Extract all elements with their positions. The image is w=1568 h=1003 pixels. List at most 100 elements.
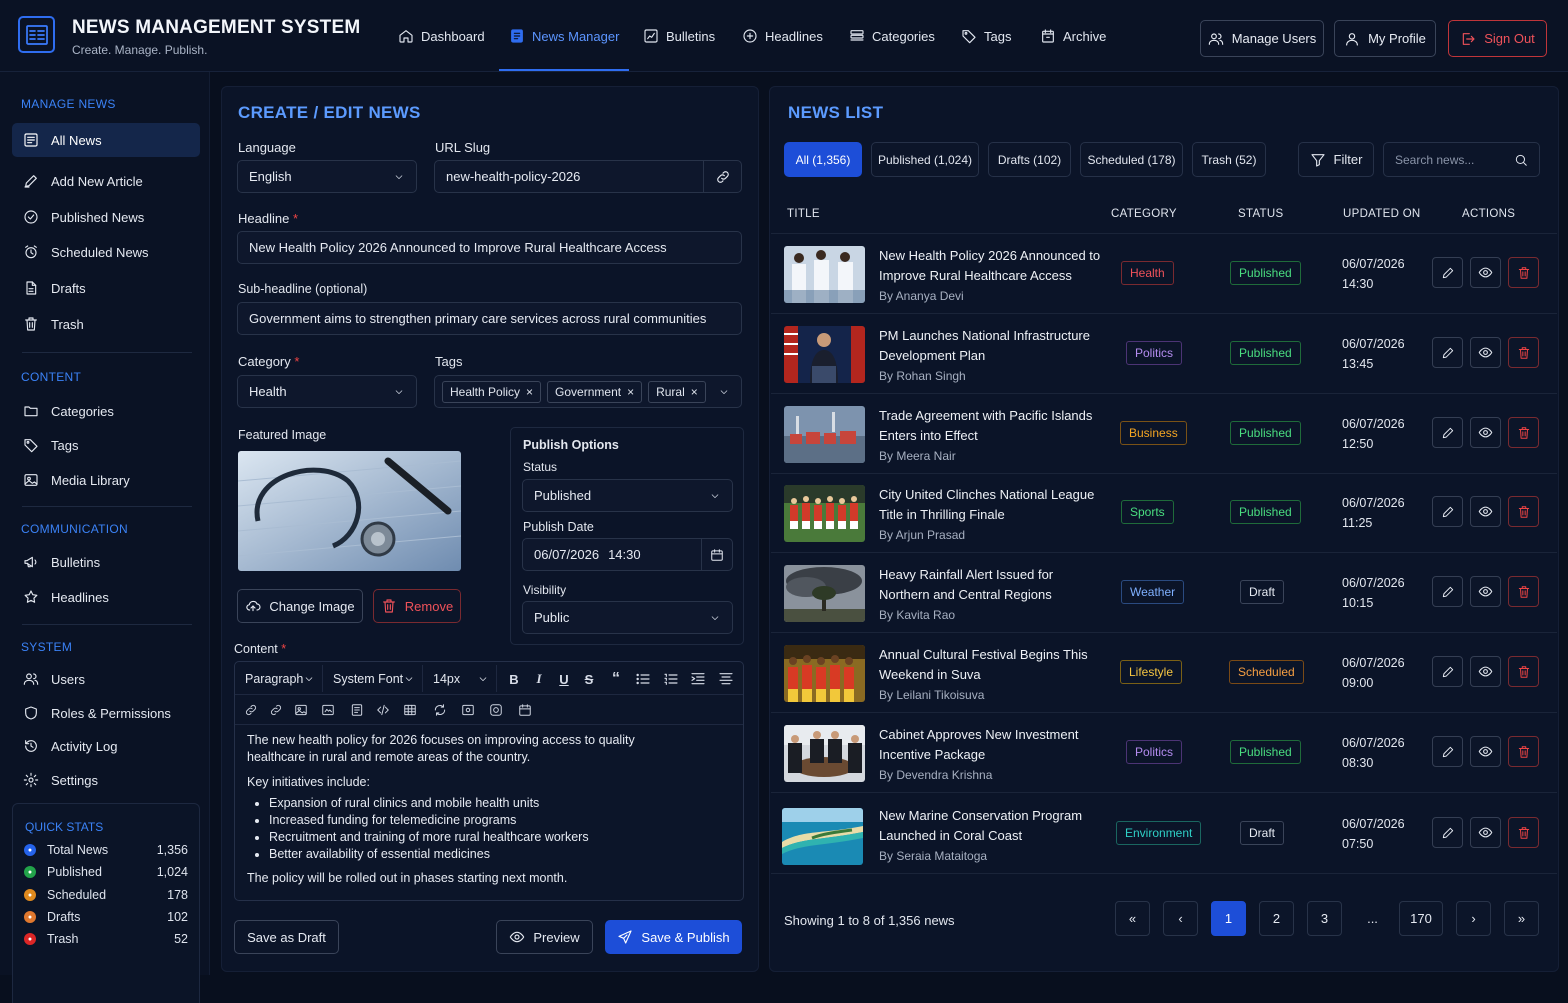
nav-tags[interactable]: Tags: [961, 0, 1011, 72]
news-title[interactable]: Cabinet Approves New Investment Incentiv…: [879, 725, 1101, 765]
sidebar-item-drafts[interactable]: Drafts: [12, 271, 200, 305]
code-icon[interactable]: [376, 703, 390, 717]
page-prev-button[interactable]: ‹: [1163, 901, 1198, 936]
delete-button[interactable]: [1508, 417, 1539, 448]
sidebar-item-tags[interactable]: Tags: [12, 428, 200, 462]
bold-icon[interactable]: B: [506, 671, 522, 687]
table-row[interactable]: PM Launches National Infrastructure Deve…: [771, 314, 1557, 394]
page-next-button[interactable]: ›: [1456, 901, 1491, 936]
search-news-input[interactable]: Search news...: [1383, 142, 1540, 177]
numbered-list-icon[interactable]: [663, 671, 679, 687]
sidebar-item-settings[interactable]: Settings: [12, 763, 200, 797]
sidebar-item-categories[interactable]: Categories: [12, 394, 200, 428]
sidebar-item-add-new-article[interactable]: Add New Article: [12, 164, 200, 198]
remove-tag-icon[interactable]: ×: [526, 385, 533, 399]
news-title[interactable]: New Health Policy 2026 Announced to Impr…: [879, 246, 1101, 286]
image-icon[interactable]: [294, 703, 308, 717]
document-icon[interactable]: [350, 703, 364, 717]
view-button[interactable]: [1470, 337, 1501, 368]
unlink-icon[interactable]: [269, 703, 283, 717]
visibility-select[interactable]: Public: [522, 601, 733, 634]
view-button[interactable]: [1470, 417, 1501, 448]
news-title[interactable]: City United Clinches National League Tit…: [879, 485, 1101, 525]
filter-drafts[interactable]: Drafts (102): [988, 142, 1071, 177]
calendar-icon[interactable]: [518, 703, 532, 717]
sidebar-item-published-news[interactable]: Published News: [12, 200, 200, 234]
save-publish-button[interactable]: Save & Publish: [605, 920, 742, 954]
sidebar-item-headlines[interactable]: Headlines: [12, 580, 200, 614]
edit-button[interactable]: [1432, 817, 1463, 848]
sign-out-button[interactable]: Sign Out: [1448, 20, 1547, 57]
remove-image-button[interactable]: Remove: [373, 589, 461, 623]
edit-button[interactable]: [1432, 736, 1463, 767]
delete-button[interactable]: [1508, 656, 1539, 687]
font-family-select[interactable]: System Font: [323, 665, 423, 692]
filter-trash[interactable]: Trash (52): [1192, 142, 1266, 177]
delete-button[interactable]: [1508, 337, 1539, 368]
news-title[interactable]: Annual Cultural Festival Begins This Wee…: [879, 645, 1101, 685]
sidebar-item-bulletins[interactable]: Bulletins: [12, 545, 200, 579]
manage-users-button[interactable]: Manage Users: [1200, 20, 1324, 57]
tags-input[interactable]: Health Policy × Government × Rural ×: [434, 375, 742, 408]
my-profile-button[interactable]: My Profile: [1334, 20, 1436, 57]
delete-button[interactable]: [1508, 576, 1539, 607]
language-select[interactable]: English: [237, 160, 417, 193]
news-title[interactable]: PM Launches National Infrastructure Deve…: [879, 326, 1101, 366]
slug-input[interactable]: new-health-policy-2026: [434, 160, 704, 193]
table-row[interactable]: New Marine Conservation Program Launched…: [771, 794, 1557, 874]
sidebar-item-all-news[interactable]: All News: [12, 123, 200, 157]
indent-icon[interactable]: [690, 671, 706, 687]
page-first-button[interactable]: «: [1115, 901, 1150, 936]
table-row[interactable]: City United Clinches National League Tit…: [771, 473, 1557, 553]
underline-icon[interactable]: U: [556, 671, 572, 687]
align-center-icon[interactable]: [718, 671, 734, 687]
edit-button[interactable]: [1432, 576, 1463, 607]
page-3-button[interactable]: 3: [1307, 901, 1342, 936]
link-icon[interactable]: [244, 703, 258, 717]
page-170-button[interactable]: 170: [1399, 901, 1443, 936]
view-button[interactable]: [1470, 496, 1501, 527]
edit-button[interactable]: [1432, 337, 1463, 368]
gallery-icon[interactable]: [321, 703, 335, 717]
editor-content[interactable]: The new health policy for 2026 focuses o…: [247, 732, 731, 887]
remove-tag-icon[interactable]: ×: [691, 385, 698, 399]
table-icon[interactable]: [403, 703, 417, 717]
change-image-button[interactable]: Change Image: [237, 589, 363, 623]
bullet-list-icon[interactable]: [635, 671, 651, 687]
filter-button[interactable]: Filter: [1298, 142, 1374, 177]
delete-button[interactable]: [1508, 257, 1539, 288]
nav-headlines[interactable]: Headlines: [742, 0, 823, 72]
page-2-button[interactable]: 2: [1259, 901, 1294, 936]
remove-tag-icon[interactable]: ×: [627, 385, 634, 399]
quote-icon[interactable]: “: [608, 670, 624, 687]
delete-button[interactable]: [1508, 736, 1539, 767]
block-format-select[interactable]: Paragraph: [235, 665, 323, 692]
view-button[interactable]: [1470, 656, 1501, 687]
view-button[interactable]: [1470, 257, 1501, 288]
font-size-select[interactable]: 14px: [423, 665, 497, 692]
news-title[interactable]: Heavy Rainfall Alert Issued for Northern…: [879, 565, 1101, 605]
table-row[interactable]: Heavy Rainfall Alert Issued for Northern…: [771, 553, 1557, 633]
status-select[interactable]: Published: [522, 479, 733, 512]
preview-button[interactable]: Preview: [496, 920, 593, 954]
media-icon[interactable]: [461, 703, 475, 717]
publish-date-input[interactable]: 06/07/2026 14:30: [522, 538, 702, 571]
sidebar-item-roles-permissions[interactable]: Roles & Permissions: [12, 696, 200, 730]
page-1-button[interactable]: 1: [1211, 901, 1246, 936]
nav-bulletins[interactable]: Bulletins: [643, 0, 715, 72]
nav-news-manager[interactable]: News Manager: [498, 0, 630, 72]
save-draft-button[interactable]: Save as Draft: [234, 920, 339, 954]
view-button[interactable]: [1470, 736, 1501, 767]
edit-button[interactable]: [1432, 257, 1463, 288]
sidebar-item-trash[interactable]: Trash: [12, 307, 200, 341]
sidebar-item-media-library[interactable]: Media Library: [12, 463, 200, 497]
headline-input[interactable]: New Health Policy 2026 Announced to Impr…: [237, 231, 742, 264]
category-select[interactable]: Health: [237, 375, 417, 408]
view-button[interactable]: [1470, 576, 1501, 607]
edit-button[interactable]: [1432, 417, 1463, 448]
table-row[interactable]: Cabinet Approves New Investment Incentiv…: [771, 713, 1557, 793]
filter-published[interactable]: Published (1,024): [871, 142, 979, 177]
table-row[interactable]: Trade Agreement with Pacific Islands Ent…: [771, 394, 1557, 474]
strikethrough-icon[interactable]: S: [581, 671, 597, 687]
edit-button[interactable]: [1432, 656, 1463, 687]
